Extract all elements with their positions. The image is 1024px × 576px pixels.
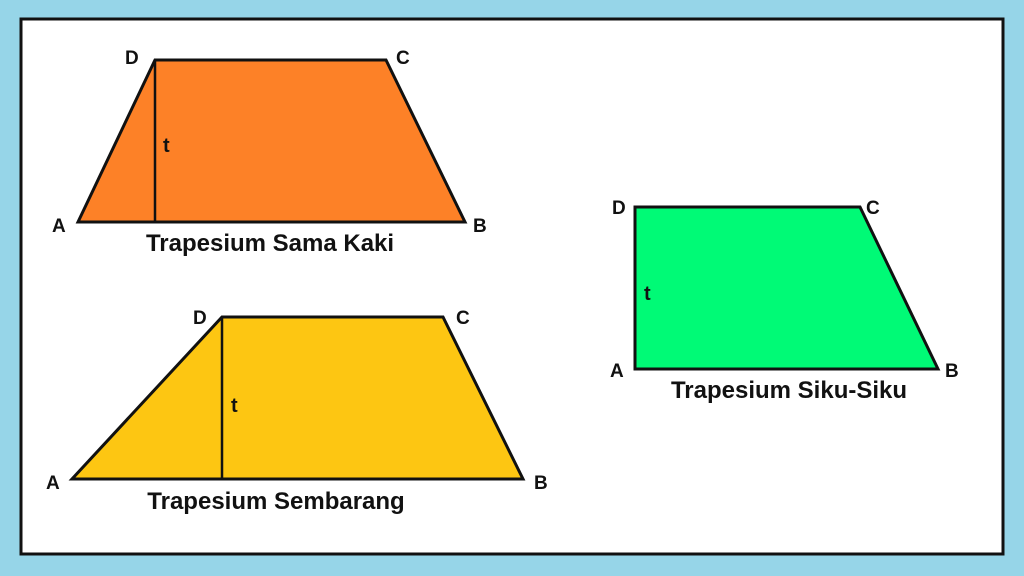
right-title: Trapesium Siku-Siku: [671, 377, 907, 404]
isosceles-vertex-a: A: [52, 216, 66, 237]
scalene-vertex-d: D: [193, 308, 207, 329]
trapezoid-diagram: D C A B t Trapesium Sama Kaki D C A B t …: [0, 0, 1024, 576]
right-vertex-b: B: [945, 361, 959, 382]
scalene-vertex-c: C: [456, 308, 470, 329]
isosceles-vertex-d: D: [125, 48, 139, 69]
right-height-label: t: [644, 283, 651, 305]
right-vertex-d: D: [612, 198, 626, 219]
isosceles-title: Trapesium Sama Kaki: [146, 230, 394, 257]
right-vertex-a: A: [610, 361, 624, 382]
right-vertex-c: C: [866, 198, 880, 219]
isosceles-vertex-c: C: [396, 48, 410, 69]
scalene-title: Trapesium Sembarang: [147, 488, 404, 515]
isosceles-vertex-b: B: [473, 216, 487, 237]
scalene-height-label: t: [231, 395, 238, 417]
isosceles-height-label: t: [163, 135, 170, 157]
scalene-vertex-a: A: [46, 473, 60, 494]
scalene-vertex-b: B: [534, 473, 548, 494]
